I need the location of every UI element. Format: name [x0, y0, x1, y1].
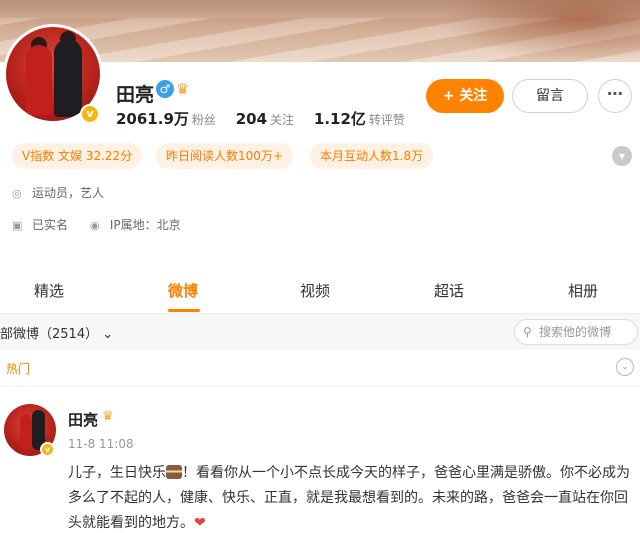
tab-super-topic[interactable]: 超话: [434, 280, 464, 301]
message-button[interactable]: 留言: [512, 79, 588, 113]
fans-count: 2061.9万: [116, 110, 189, 128]
post-text: 儿子，生日快乐 ！看看你从一个小不点长成今天的样子，爸爸心里满是骄傲。你不必成为多…: [68, 461, 634, 533]
yesterday-reads-tag[interactable]: 昨日阅读人数100万+: [156, 143, 293, 169]
verified-badge-icon: v: [40, 442, 55, 457]
location-icon: ◉: [89, 219, 100, 232]
id-card-icon: ▣: [12, 219, 23, 232]
verified-badge-icon: v: [80, 104, 100, 124]
tab-video[interactable]: 视频: [300, 280, 330, 301]
tab-album[interactable]: 相册: [568, 280, 598, 301]
crown-icon: ♛: [102, 409, 114, 424]
all-weibo-filter[interactable]: 部微博（2514） ⌄: [0, 323, 113, 342]
monthly-interactions-tag[interactable]: 本月互动人数1.8万: [310, 143, 434, 169]
avatar-figure: [54, 39, 82, 117]
profile-stats: 2061.9万 粉丝 204 关注 1.12亿 转评赞: [116, 108, 421, 129]
filter-label-text: 部微博（2514）: [0, 327, 99, 342]
occupation-text: 运动员，艺人: [32, 186, 105, 200]
hot-label: 热门: [6, 362, 31, 376]
occupation-row: ◎ 运动员，艺人: [12, 184, 104, 201]
fans-stat[interactable]: 2061.9万 粉丝: [116, 110, 216, 128]
reposts-label: 转评赞: [368, 113, 405, 127]
tab-featured[interactable]: 精选: [34, 280, 64, 301]
reposts-stat: 1.12亿 转评赞: [313, 110, 405, 128]
post-author-name[interactable]: 田亮: [68, 409, 98, 430]
post-timestamp[interactable]: 11-8 11:08: [68, 437, 134, 451]
heart-icon: ❤: [194, 515, 206, 531]
divider: [0, 386, 640, 387]
crown-icon: ♛: [176, 80, 190, 98]
fans-label: 粉丝: [191, 113, 216, 127]
search-placeholder: 搜索他的微博: [539, 325, 612, 339]
avatar-figure: [20, 414, 32, 450]
active-tab-indicator: [168, 309, 200, 312]
follow-button[interactable]: + 关注: [426, 79, 504, 113]
person-icon: ◎: [12, 187, 22, 200]
avatar-figure: [26, 45, 52, 115]
profile-tabs: 精选 微博 视频 超话 相册: [0, 270, 640, 314]
verification-row: ▣ 已实名 ◉ IP属地：北京: [12, 216, 181, 233]
following-label: 关注: [270, 113, 295, 127]
chevron-down-icon: ⌄: [102, 327, 114, 342]
hot-section-header: 热门 ⌄: [0, 354, 640, 382]
more-options-button[interactable]: ⋯: [598, 79, 632, 113]
tab-weibo[interactable]: 微博: [168, 280, 198, 301]
filter-bar: 部微博（2514） ⌄ ⚲ 搜索他的微博: [0, 314, 640, 350]
chevron-down-icon[interactable]: ⌄: [616, 358, 634, 376]
post-text-part: 儿子，生日快乐: [68, 465, 166, 481]
following-count: 204: [235, 110, 268, 128]
profile-name: 田亮: [116, 84, 155, 106]
reposts-count: 1.12亿: [313, 110, 366, 128]
ip-location-text: IP属地：北京: [109, 218, 181, 232]
cake-icon: [166, 465, 182, 479]
chevron-down-icon[interactable]: ▾: [612, 146, 632, 166]
search-icon: ⚲: [523, 325, 532, 339]
real-name-text: 已实名: [32, 218, 69, 232]
search-input[interactable]: ⚲ 搜索他的微博: [514, 319, 638, 345]
male-gender-icon: ♂: [156, 80, 174, 98]
v-index-tag[interactable]: V指数 文娱 32.22分: [12, 143, 143, 169]
following-stat[interactable]: 204 关注: [235, 110, 295, 128]
ip-location: ◉ IP属地：北京: [90, 218, 181, 232]
